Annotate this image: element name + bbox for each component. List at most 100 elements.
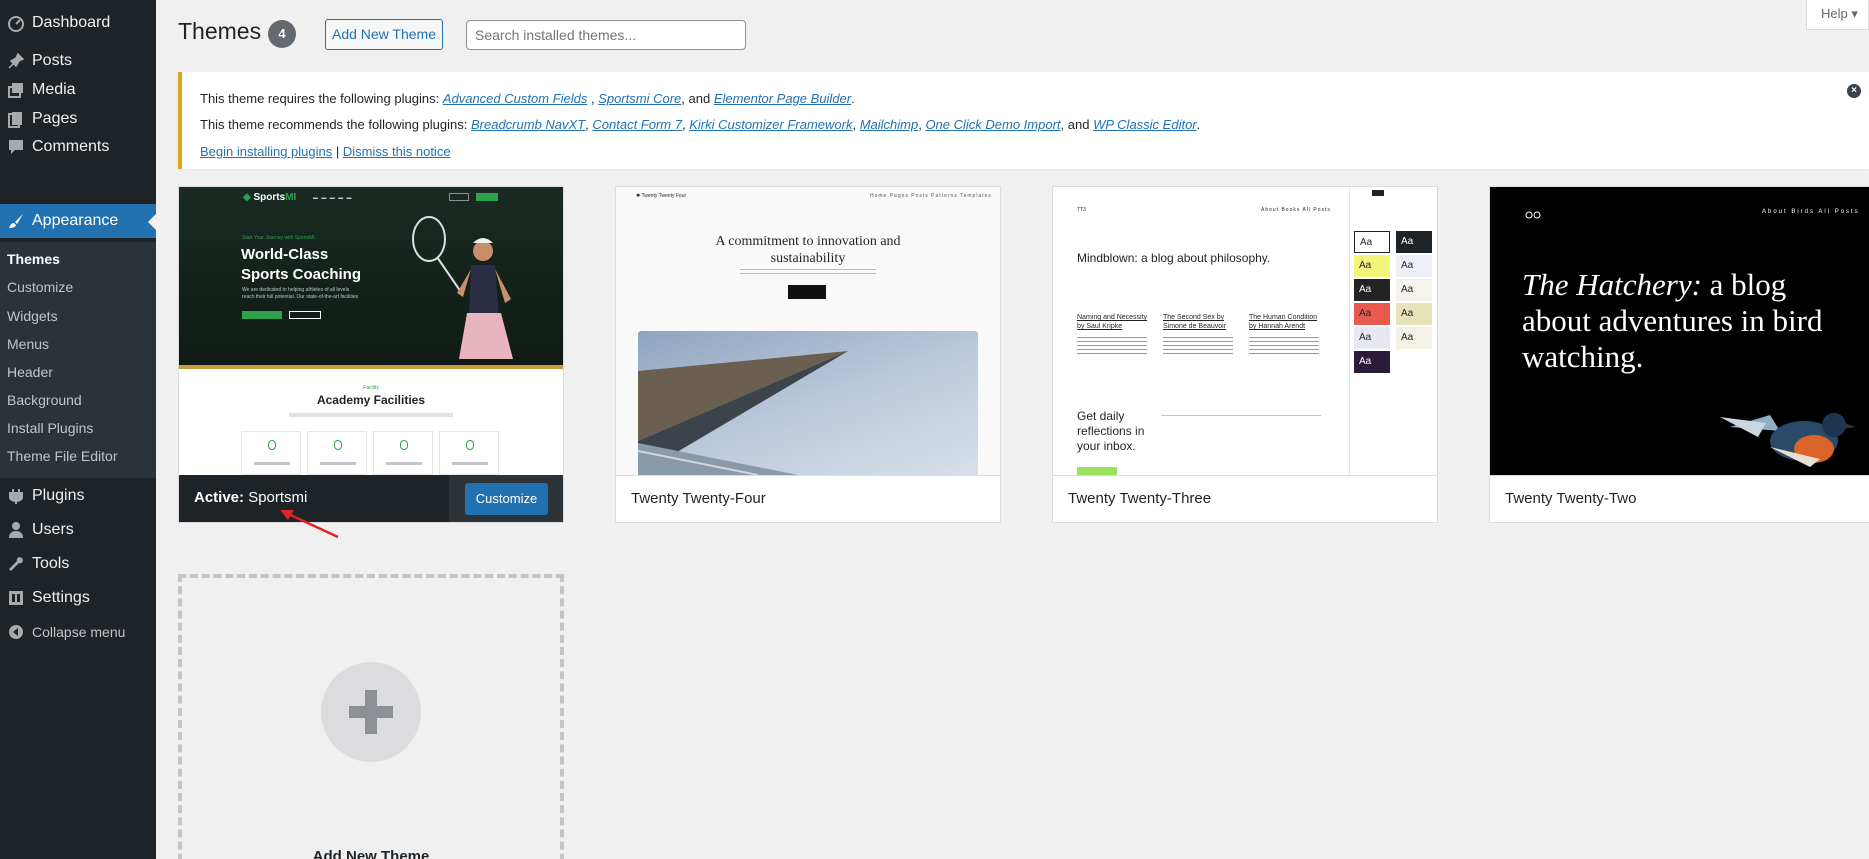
theme-bar: Twenty Twenty-Four <box>616 475 1000 522</box>
swatch-text: Aa <box>1401 308 1414 319</box>
sidebar-item-tools[interactable]: Tools <box>0 547 156 581</box>
theme-card-twenty-twenty-two[interactable]: About Birds All Posts The Hatchery: a bl… <box>1489 186 1869 523</box>
preview-logo: ◆ SportsMI <box>243 192 296 203</box>
sidebar-item-settings[interactable]: Settings <box>0 581 156 615</box>
plugin-link[interactable]: WP Classic Editor <box>1093 117 1197 132</box>
sidebar-label: Dashboard <box>32 14 111 31</box>
sidebar-label: Settings <box>32 589 90 606</box>
submenu-item-widgets[interactable]: Widgets <box>7 306 58 326</box>
swatch-text: Aa <box>1359 260 1372 271</box>
preview-fac-title: Academy Facilities <box>316 393 426 407</box>
preview-styles-panel: Aa Aa Aa Aa Aa Aa Aa Aa Aa Aa Aa <box>1349 187 1437 475</box>
theme-screenshot[interactable]: TT3 About Books All Posts Mindblown: a b… <box>1053 187 1437 475</box>
theme-screenshot[interactable]: ✱ Twenty Twenty Four Home Pages Posts Pa… <box>616 187 1000 475</box>
pin-icon <box>0 52 32 70</box>
sidebar-label: Users <box>32 521 74 538</box>
submenu-item-background[interactable]: Background <box>7 390 82 410</box>
preview-main: TT3 About Books All Posts Mindblown: a b… <box>1053 187 1349 475</box>
style-swatch: Aa <box>1396 303 1432 325</box>
begin-installing-link[interactable]: Begin installing plugins <box>200 144 332 159</box>
plugin-link[interactable]: One Click Demo Import <box>925 117 1060 132</box>
active-theme-name: Active: Sportsmi <box>194 489 307 506</box>
submenu-item-theme-file-editor[interactable]: Theme File Editor <box>7 446 117 466</box>
notice-text: and <box>688 91 711 106</box>
preview-site-name: Twenty Twenty Four <box>641 193 687 199</box>
preview-login-button <box>449 193 469 201</box>
plugin-link[interactable]: Elementor Page Builder <box>714 91 851 106</box>
facility-box <box>373 431 433 475</box>
facility-icon <box>466 440 474 450</box>
sidebar-item-plugins[interactable]: Plugins <box>0 479 156 513</box>
theme-card-twenty-twenty-four[interactable]: ✱ Twenty Twenty Four Home Pages Posts Pa… <box>615 186 1001 523</box>
sidebar-item-appearance[interactable]: Appearance <box>0 204 156 238</box>
admin-sidebar: Dashboard Posts Media Pages Comments App… <box>0 0 156 859</box>
preview-paragraph <box>740 269 876 277</box>
recommended-plugins-line: This theme recommends the following plug… <box>200 117 1201 132</box>
help-tab-button[interactable]: Help ▾ <box>1806 0 1869 30</box>
submenu-item-header[interactable]: Header <box>7 362 53 382</box>
preview-logo-icon <box>1525 211 1541 219</box>
preview-subscribe: Get daily reflections in your inbox. <box>1077 409 1145 453</box>
notice-actions: Begin installing plugins | Dismiss this … <box>200 144 451 159</box>
preview-nav: Home Pages Posts Patterns Templates <box>870 193 992 199</box>
preview-panel-badge <box>1372 190 1384 196</box>
annotation-arrow-icon <box>280 510 339 539</box>
paintbrush-icon <box>0 212 32 230</box>
add-new-theme-label: Add New Theme <box>312 848 430 859</box>
plugin-link[interactable]: Breadcrumb NavXT <box>471 117 585 132</box>
theme-screenshot[interactable]: About Birds All Posts The Hatchery: a bl… <box>1490 187 1869 475</box>
notice-text: This theme requires the following plugin… <box>200 91 440 106</box>
sidebar-label: Posts <box>32 52 73 69</box>
preview-logo: TT3 <box>1077 207 1086 213</box>
theme-card-twenty-twenty-three[interactable]: TT3 About Books All Posts Mindblown: a b… <box>1052 186 1438 523</box>
submenu-item-customize[interactable]: Customize <box>7 277 73 297</box>
sidebar-item-dashboard[interactable]: Dashboard <box>0 6 156 40</box>
facility-box <box>307 431 367 475</box>
submenu-item-menus[interactable]: Menus <box>7 334 49 354</box>
plugin-link[interactable]: Kirki Customizer Framework <box>689 117 852 132</box>
dashboard-icon <box>0 14 32 32</box>
customize-button[interactable]: Customize <box>465 483 548 515</box>
style-swatch: Aa <box>1354 351 1390 373</box>
submenu-item-themes[interactable]: Themes <box>7 249 60 269</box>
add-new-theme-button[interactable]: Add New Theme <box>325 19 443 50</box>
notice-text: and <box>1067 117 1090 132</box>
swatch-text: Aa <box>1359 356 1372 367</box>
preview-excerpt <box>1163 337 1233 355</box>
plugin-link[interactable]: Mailchimp <box>860 117 919 132</box>
swatch-text: Aa <box>1401 332 1414 343</box>
sidebar-label: Plugins <box>32 487 85 504</box>
plugin-link[interactable]: Contact Form 7 <box>592 117 682 132</box>
tennis-player-image <box>412 216 513 359</box>
theme-name-text: Twenty Twenty-Four <box>631 490 766 507</box>
required-plugins-line: This theme requires the following plugin… <box>200 91 855 106</box>
sidebar-item-users[interactable]: Users <box>0 513 156 547</box>
plugin-link[interactable]: Advanced Custom Fields <box>443 91 588 106</box>
swatch-text: Aa <box>1359 284 1372 295</box>
active-theme-bar: Active: Sportsmi Customize <box>179 475 563 522</box>
facility-icon <box>334 440 342 450</box>
dismiss-notice-link[interactable]: Dismiss this notice <box>343 144 451 159</box>
swatch-text: Aa <box>1359 332 1372 343</box>
sidebar-label: Comments <box>32 138 110 155</box>
logo-text: Sports <box>253 192 286 203</box>
plugin-link[interactable]: Sportsmi Core <box>598 91 681 106</box>
preview-excerpt <box>1077 337 1147 355</box>
preview-nav: About Birds All Posts <box>1762 209 1860 215</box>
sidebar-item-comments[interactable]: Comments <box>0 130 156 164</box>
preview-facilities: Facility Academy Facilities <box>179 369 563 475</box>
wrench-icon <box>0 555 32 573</box>
preview-signup-button <box>476 193 498 201</box>
plugins-notice: This theme requires the following plugin… <box>178 72 1869 169</box>
sidebar-label: Media <box>32 81 76 98</box>
preview-post-title: The Second Sex by Simone de Beauvoir <box>1163 314 1227 330</box>
theme-card-sportsmi[interactable]: ◆ SportsMI ▬ ▬ ▬ ▬ ▬ Start Your Journey … <box>178 186 564 523</box>
sidebar-collapse-menu[interactable]: Collapse menu <box>0 615 156 649</box>
theme-screenshot[interactable]: ◆ SportsMI ▬ ▬ ▬ ▬ ▬ Start Your Journey … <box>179 187 563 475</box>
page-title: Themes <box>178 18 262 44</box>
search-themes-input[interactable] <box>466 20 746 50</box>
submenu-item-install-plugins[interactable]: Install Plugins <box>7 418 93 438</box>
notice-separator: | <box>335 144 340 159</box>
close-icon[interactable]: × <box>1847 84 1861 98</box>
preview-hero: ◆ SportsMI ▬ ▬ ▬ ▬ ▬ Start Your Journey … <box>179 187 563 367</box>
